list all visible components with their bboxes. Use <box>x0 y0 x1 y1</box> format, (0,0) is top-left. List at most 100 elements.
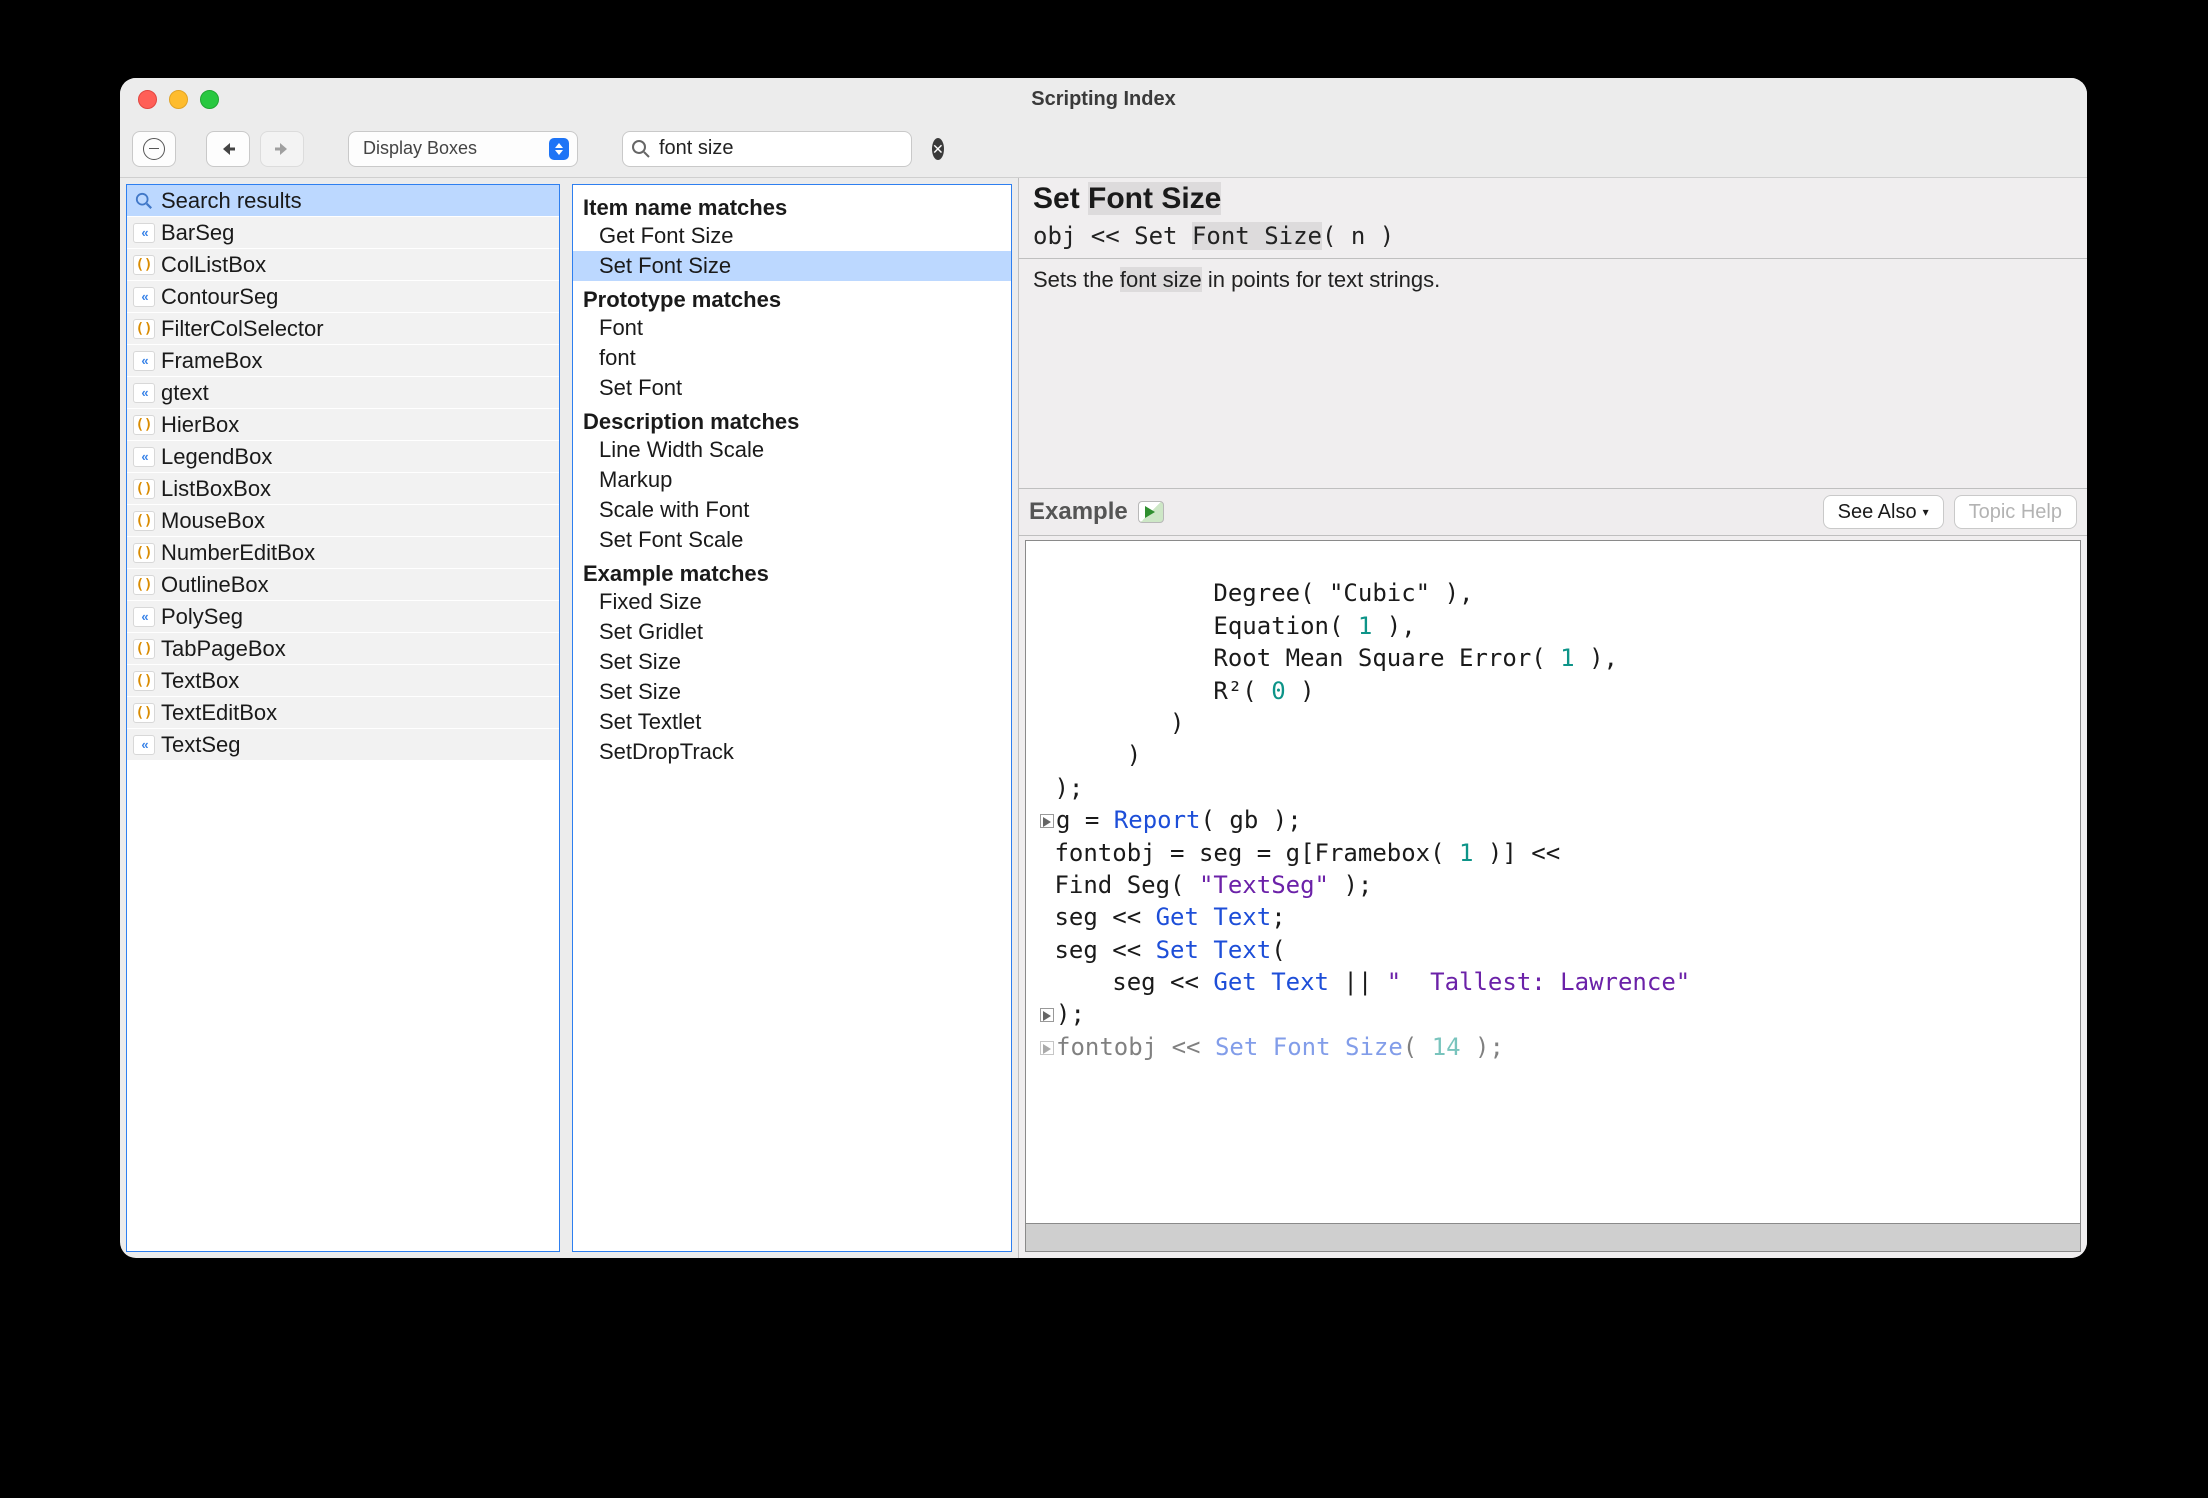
magnifier-icon <box>133 190 155 212</box>
nav-back-button[interactable] <box>206 131 250 167</box>
sidebar-item-label: ListBoxBox <box>161 476 271 502</box>
paren-icon: () <box>133 319 155 339</box>
results-section-header: Prototype matches <box>583 287 1001 313</box>
results-item[interactable]: Get Font Size <box>583 221 1001 251</box>
results-item[interactable]: Set Size <box>583 647 1001 677</box>
clear-search-button[interactable]: ✕ <box>932 138 944 160</box>
paren-icon: () <box>133 511 155 531</box>
sidebar-item[interactable]: ()NumberEditBox <box>127 537 559 569</box>
arrow-right-icon <box>273 141 291 157</box>
example-code-area: Degree( "Cubic" ), Equation( 1 ), Root M… <box>1019 536 2087 1258</box>
angle-icon: « <box>133 447 155 467</box>
results-pane[interactable]: Item name matches Get Font Size Set Font… <box>572 184 1012 1252</box>
toolbar: Display Boxes ✕ <box>120 120 2087 178</box>
sidebar-item-label: TextBox <box>161 668 239 694</box>
category-select[interactable]: Display Boxes <box>348 131 578 167</box>
sidebar-item[interactable]: () FilterColSelector <box>127 313 559 345</box>
sidebar-item[interactable]: ()ListBoxBox <box>127 473 559 505</box>
see-also-button[interactable]: See Also▾ <box>1823 495 1944 529</box>
sidebar-item[interactable]: « BarSeg <box>127 217 559 249</box>
zoom-window-button[interactable] <box>200 90 219 109</box>
example-code[interactable]: Degree( "Cubic" ), Equation( 1 ), Root M… <box>1025 540 2081 1224</box>
search-icon <box>631 138 651 160</box>
results-item[interactable]: Markup <box>583 465 1001 495</box>
results-item[interactable]: Set Font <box>583 373 1001 403</box>
window-title: Scripting Index <box>1031 88 1175 111</box>
minus-circle-icon <box>143 138 165 160</box>
detail-signature: obj << Set Font Size( n ) <box>1033 222 2073 250</box>
results-item[interactable]: Set Font Scale <box>583 525 1001 555</box>
sidebar-item-label: MouseBox <box>161 508 265 534</box>
paren-icon: () <box>133 639 155 659</box>
topic-help-button[interactable]: Topic Help <box>1954 495 2077 529</box>
sidebar-item-label: TextEditBox <box>161 700 277 726</box>
results-item[interactable]: Line Width Scale <box>583 435 1001 465</box>
sidebar-item-label: gtext <box>161 380 209 406</box>
results-item[interactable]: Set Gridlet <box>583 617 1001 647</box>
sidebar-item-label: FrameBox <box>161 348 262 374</box>
sidebar-item[interactable]: ()HierBox <box>127 409 559 441</box>
angle-icon: « <box>133 351 155 371</box>
angle-icon: « <box>133 383 155 403</box>
minimize-window-button[interactable] <box>169 90 188 109</box>
chevron-down-icon: ▾ <box>1923 505 1929 519</box>
sidebar-item[interactable]: « FrameBox <box>127 345 559 377</box>
paren-icon: () <box>133 575 155 595</box>
sidebar-item-label: TextSeg <box>161 732 241 758</box>
results-item[interactable]: Scale with Font <box>583 495 1001 525</box>
sidebar-item[interactable]: «ContourSeg <box>127 281 559 313</box>
sidebar-item[interactable]: () TextBox <box>127 665 559 697</box>
close-window-button[interactable] <box>138 90 157 109</box>
run-example-button[interactable] <box>1138 501 1164 523</box>
example-toolbar: Example See Also▾ Topic Help <box>1019 489 2087 536</box>
sidebar-item[interactable]: « gtext <box>127 377 559 409</box>
run-line-icon[interactable] <box>1040 1041 1054 1055</box>
nav-forward-button[interactable] <box>260 131 304 167</box>
sidebar-item[interactable]: «TextSeg <box>127 729 559 761</box>
titlebar: Scripting Index <box>120 78 2087 120</box>
sidebar-item[interactable]: () TextEditBox <box>127 697 559 729</box>
paren-icon: () <box>133 255 155 275</box>
updown-caret-icon <box>549 138 569 160</box>
paren-icon: () <box>133 671 155 691</box>
sidebar-item-label: NumberEditBox <box>161 540 315 566</box>
sidebar-item-label: FilterColSelector <box>161 316 324 342</box>
results-item[interactable]: SetDropTrack <box>583 737 1001 767</box>
sidebar-item-label: BarSeg <box>161 220 234 246</box>
results-section-header: Description matches <box>583 409 1001 435</box>
sidebar-item-label: ColListBox <box>161 252 266 278</box>
detail-description: Sets the font size in points for text st… <box>1019 259 2087 489</box>
results-item[interactable]: font <box>583 343 1001 373</box>
detail-pane: Set Font Size obj << Set Font Size( n ) … <box>1018 178 2087 1258</box>
search-box[interactable]: ✕ <box>622 131 912 167</box>
sidebar-pane[interactable]: Search results « BarSeg () ColListBox «Con… <box>126 184 560 1252</box>
detail-title: Set Font Size <box>1033 182 2073 216</box>
paren-icon: () <box>133 703 155 723</box>
collapse-button[interactable] <box>132 131 176 167</box>
run-line-icon[interactable] <box>1040 814 1054 828</box>
results-item[interactable]: Set Font Size <box>573 251 1011 281</box>
sidebar-item[interactable]: () ColListBox <box>127 249 559 281</box>
paren-icon: () <box>133 415 155 435</box>
run-line-icon[interactable] <box>1040 1008 1054 1022</box>
arrow-left-icon <box>219 141 237 157</box>
results-item[interactable]: Fixed Size <box>583 587 1001 617</box>
sidebar-item-label: TabPageBox <box>161 636 286 662</box>
window: Scripting Index Display Boxes ✕ <box>120 78 2087 1258</box>
results-section-header: Item name matches <box>583 195 1001 221</box>
sidebar-item[interactable]: «LegendBox <box>127 441 559 473</box>
sidebar-item[interactable]: () TabPageBox <box>127 633 559 665</box>
sidebar-item[interactable]: «PolySeg <box>127 601 559 633</box>
sidebar-item[interactable]: () MouseBox <box>127 505 559 537</box>
angle-icon: « <box>133 287 155 307</box>
body: Search results « BarSeg () ColListBox «Con… <box>120 178 2087 1258</box>
results-item[interactable]: Font <box>583 313 1001 343</box>
results-item[interactable]: Set Size <box>583 677 1001 707</box>
results-item[interactable]: Set Textlet <box>583 707 1001 737</box>
sidebar-header-row[interactable]: Search results <box>127 185 559 217</box>
sidebar-header-label: Search results <box>161 188 302 214</box>
example-label: Example <box>1029 498 1128 526</box>
sidebar-item[interactable]: ()OutlineBox <box>127 569 559 601</box>
angle-icon: « <box>133 223 155 243</box>
search-input[interactable] <box>659 137 924 160</box>
